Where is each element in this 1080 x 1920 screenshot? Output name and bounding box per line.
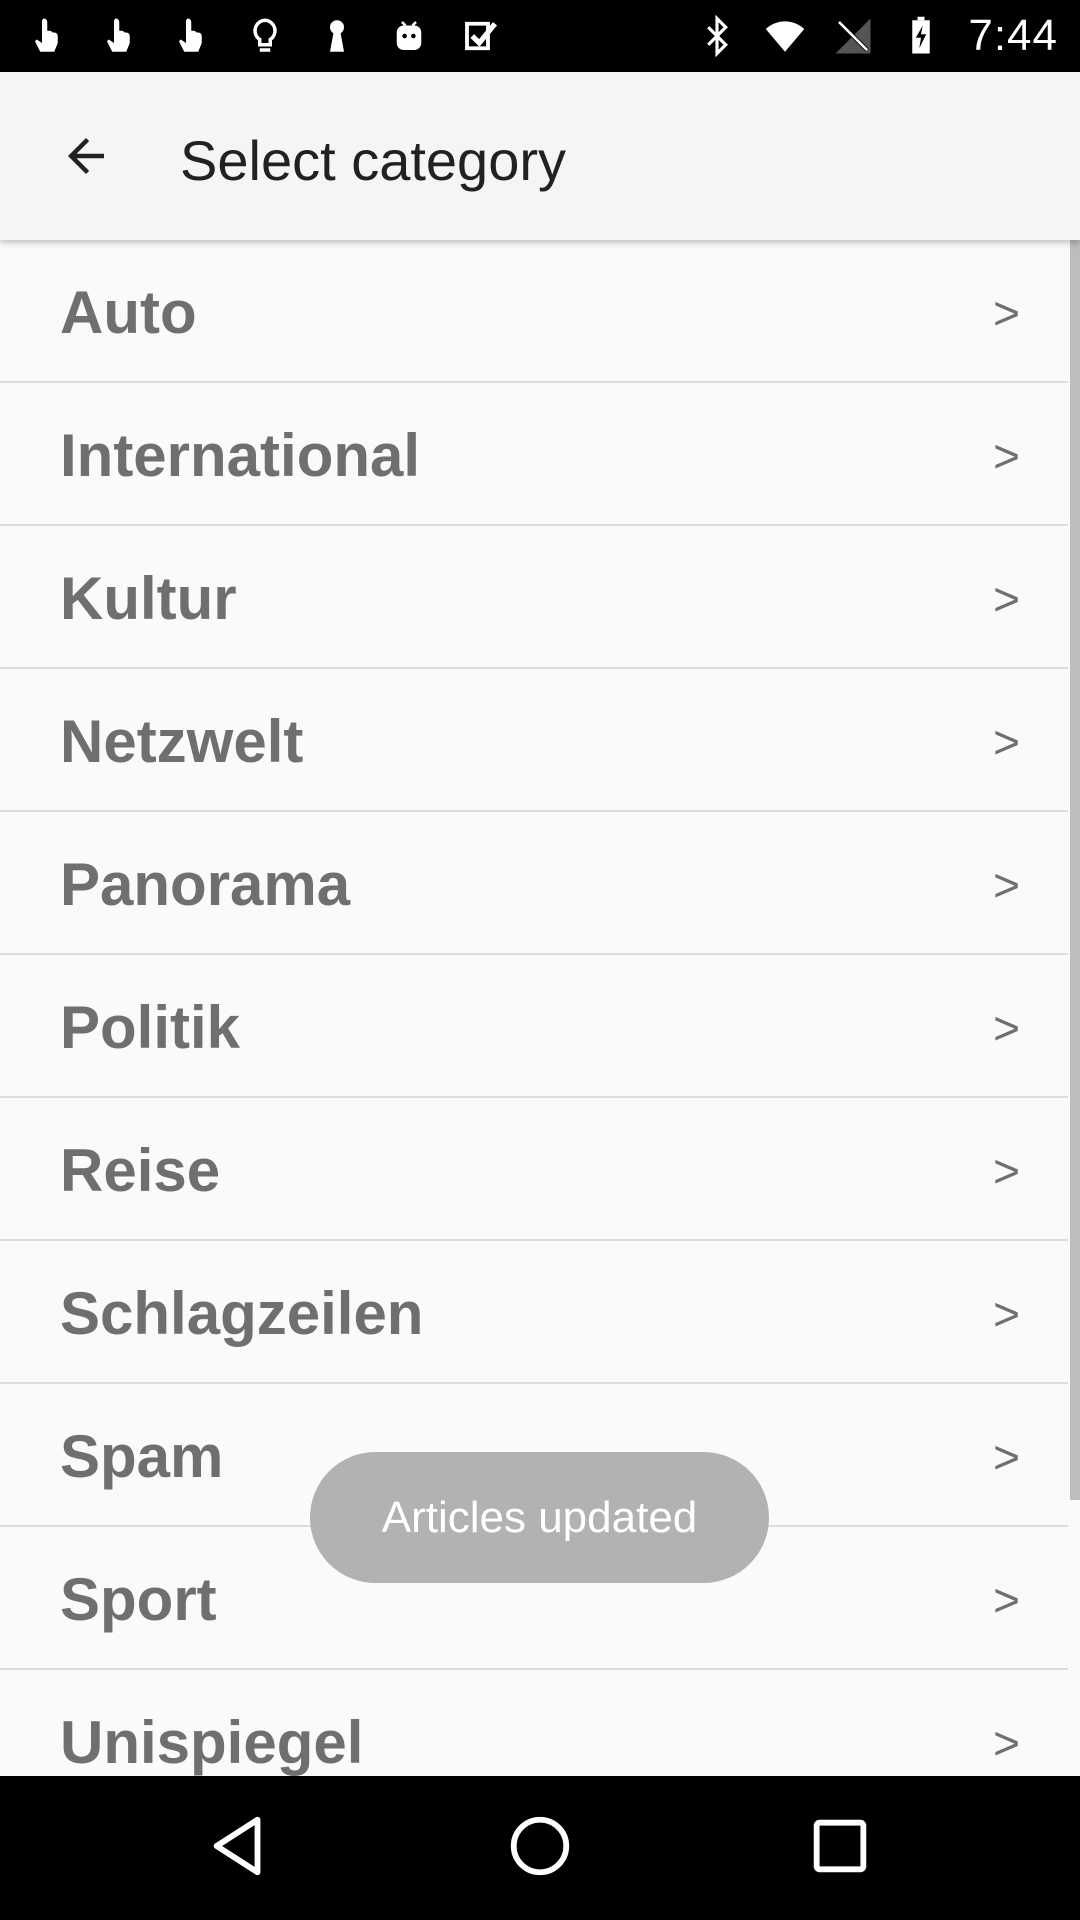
- nav-recents-button[interactable]: [790, 1798, 890, 1898]
- list-item-label: Spam: [60, 1423, 224, 1490]
- list-item[interactable]: Unispiegel >: [0, 1670, 1068, 1776]
- list-item-label: Sport: [60, 1566, 217, 1633]
- chevron-right-icon: >: [993, 430, 1020, 482]
- touch-icon: [28, 15, 70, 57]
- arrow-back-icon: [59, 129, 113, 188]
- touch-icon: [172, 15, 214, 57]
- chevron-right-icon: >: [993, 1717, 1020, 1769]
- list-item-label: Kultur: [60, 565, 237, 632]
- list-item-label: Auto: [60, 279, 197, 346]
- page-title: Select category: [180, 129, 566, 192]
- back-button[interactable]: [38, 118, 134, 198]
- chevron-right-icon: >: [993, 1002, 1020, 1054]
- list-item-label: Politik: [60, 994, 241, 1061]
- battery-charging-icon: [900, 15, 942, 57]
- system-icons: 7:44: [696, 0, 1058, 72]
- back-triangle-icon: [205, 1811, 275, 1886]
- list-item-label: Unispiegel: [60, 1709, 364, 1776]
- keyhole-icon: [316, 15, 358, 57]
- list-item[interactable]: Kultur >: [0, 526, 1068, 669]
- list-item[interactable]: Auto >: [0, 240, 1068, 383]
- list-item[interactable]: Politik >: [0, 955, 1068, 1098]
- nav-home-button[interactable]: [490, 1798, 590, 1898]
- android-icon: [388, 15, 430, 57]
- toast: Articles updated: [310, 1452, 769, 1583]
- list-item-label: Netzwelt: [60, 708, 304, 775]
- checkbox-icon: [460, 15, 502, 57]
- toast-text: Articles updated: [381, 1492, 698, 1542]
- bluetooth-icon: [696, 15, 738, 57]
- list-item-label: International: [60, 422, 421, 489]
- no-signal-icon: [832, 15, 874, 57]
- chevron-right-icon: >: [993, 1288, 1020, 1340]
- list-item[interactable]: Schlagzeilen >: [0, 1241, 1068, 1384]
- clock: 7:44: [968, 11, 1058, 60]
- status-bar: 7:44: [0, 0, 1080, 72]
- list-item-label: Panorama: [60, 851, 351, 918]
- chevron-right-icon: >: [993, 859, 1020, 911]
- list-item[interactable]: Reise >: [0, 1098, 1068, 1241]
- lightbulb-icon: [244, 15, 286, 57]
- chevron-right-icon: >: [993, 287, 1020, 339]
- list-item-label: Schlagzeilen: [60, 1280, 424, 1347]
- chevron-right-icon: >: [993, 1431, 1020, 1483]
- app-bar: Select category: [0, 72, 1080, 240]
- list-item[interactable]: Panorama >: [0, 812, 1068, 955]
- touch-icon: [100, 15, 142, 57]
- nav-back-button[interactable]: [190, 1798, 290, 1898]
- chevron-right-icon: >: [993, 1145, 1020, 1197]
- home-circle-icon: [505, 1811, 575, 1886]
- chevron-right-icon: >: [993, 573, 1020, 625]
- chevron-right-icon: >: [993, 1574, 1020, 1626]
- navigation-bar: [0, 1776, 1080, 1920]
- wifi-icon: [764, 15, 806, 57]
- chevron-right-icon: >: [993, 716, 1020, 768]
- list-item-label: Reise: [60, 1137, 221, 1204]
- list-item[interactable]: International >: [0, 383, 1068, 526]
- list-item[interactable]: Netzwelt >: [0, 669, 1068, 812]
- recents-square-icon: [805, 1811, 875, 1886]
- scrollbar[interactable]: [1070, 240, 1080, 1500]
- notification-icons: [28, 0, 502, 72]
